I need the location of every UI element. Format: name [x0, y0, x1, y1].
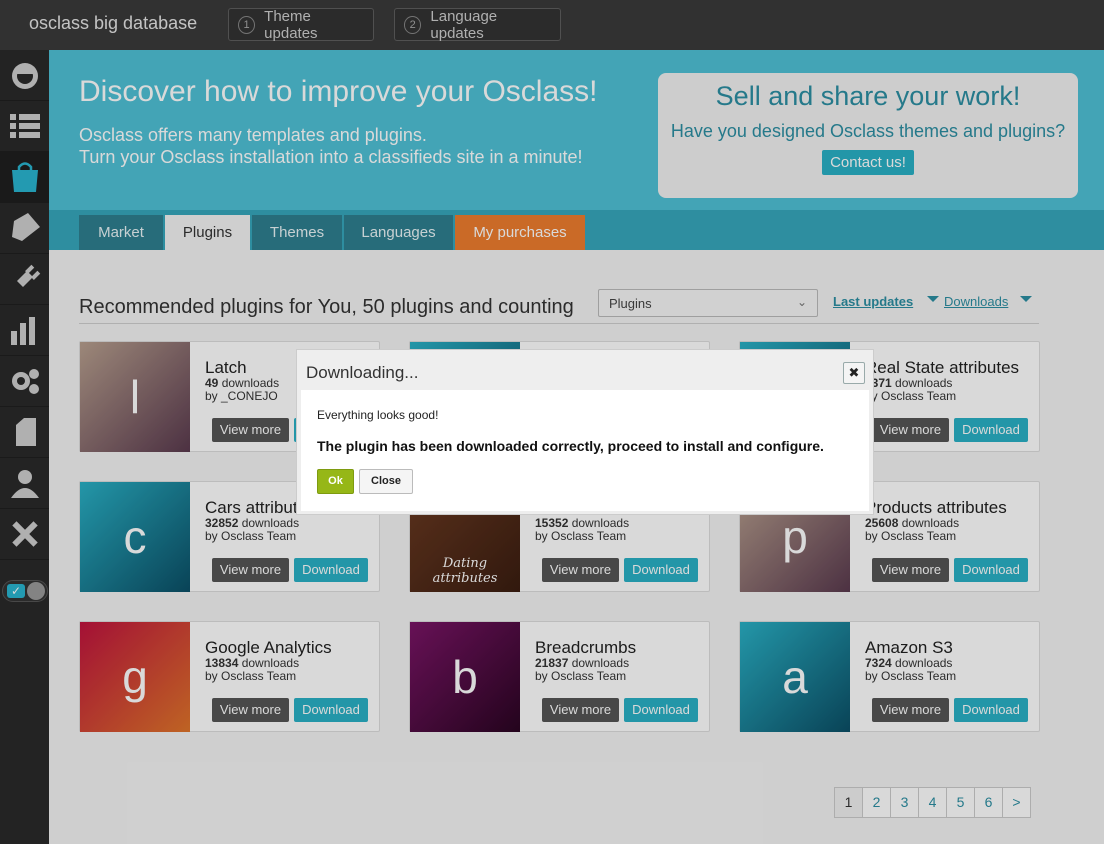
- download-dialog: Downloading... ✖ Everything looks good! …: [296, 349, 874, 515]
- dialog-message: Everything looks good!: [317, 408, 439, 422]
- dialog-message-strong: The plugin has been downloaded correctly…: [317, 438, 824, 454]
- close-icon[interactable]: ✖: [843, 362, 865, 384]
- ok-button[interactable]: Ok: [317, 469, 354, 494]
- dialog-body: Everything looks good! The plugin has be…: [301, 390, 869, 511]
- close-button[interactable]: Close: [359, 469, 413, 494]
- dialog-title: Downloading...: [306, 363, 419, 382]
